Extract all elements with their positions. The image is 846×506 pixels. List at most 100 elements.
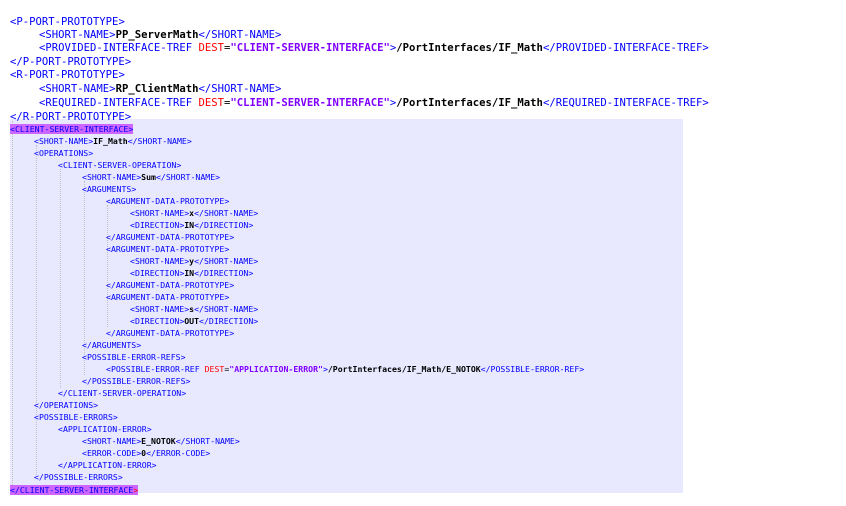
attribute-value: "CLIENT-SERVER-INTERFACE" bbox=[230, 42, 390, 54]
xml-open-tag: </R-PORT-PROTOTYPE> bbox=[10, 111, 131, 123]
end-tag-open-bracket: </ bbox=[194, 256, 204, 266]
tag-name: R-PORT-PROTOTYPE bbox=[16, 69, 119, 81]
code-line[interactable]: <ARGUMENTS> bbox=[82, 183, 136, 195]
code-line[interactable]: <SHORT-NAME>RP_ClientMath</SHORT-NAME> bbox=[39, 82, 281, 96]
code-line[interactable]: <P-PORT-PROTOTYPE> bbox=[10, 15, 125, 29]
code-line[interactable]: <SHORT-NAME>PP_ServerMath</SHORT-NAME> bbox=[39, 28, 281, 42]
code-line[interactable]: <CLIENT-SERVER-OPERATION> bbox=[58, 159, 181, 171]
code-line[interactable]: </P-PORT-PROTOTYPE> bbox=[10, 55, 131, 69]
xml-open-tag: <ARGUMENT-DATA-PROTOTYPE> bbox=[106, 292, 229, 302]
end-tag-name: POSSIBLE-ERROR-REF bbox=[490, 364, 580, 374]
end-tag-close-bracket: > bbox=[234, 436, 240, 446]
code-line[interactable]: <PROVIDED-INTERFACE-TREF DEST="CLIENT-SE… bbox=[39, 41, 709, 55]
xml-open-tag: <P-PORT-PROTOTYPE> bbox=[10, 16, 125, 28]
code-line[interactable]: <R-PORT-PROTOTYPE> bbox=[10, 68, 125, 82]
code-line[interactable]: </ARGUMENT-DATA-PROTOTYPE> bbox=[106, 279, 234, 291]
code-line[interactable]: <OPERATIONS> bbox=[34, 147, 93, 159]
tag-close-bracket: > bbox=[224, 196, 230, 206]
xml-open-tag: <ARGUMENTS> bbox=[82, 184, 136, 194]
tag-open-bracket: </ bbox=[34, 472, 44, 482]
code-line[interactable]: <REQUIRED-INTERFACE-TREF DEST="CLIENT-SE… bbox=[39, 96, 709, 110]
end-tag-open-bracket: </ bbox=[199, 316, 209, 326]
code-line[interactable]: <CLIENT-SERVER-INTERFACE> bbox=[10, 123, 134, 135]
xml-open-tag: <DIRECTION> bbox=[130, 268, 184, 278]
code-line[interactable]: </CLIENT-SERVER-INTERFACE> bbox=[10, 484, 139, 496]
end-tag-open-bracket: </ bbox=[542, 42, 556, 54]
tag-close-bracket: > bbox=[118, 16, 125, 28]
tag-name: ARGUMENT-DATA-PROTOTYPE bbox=[115, 232, 230, 242]
code-line[interactable]: <DIRECTION>IN</DIRECTION> bbox=[130, 219, 253, 231]
tag-name: POSSIBLE-ERRORS bbox=[38, 412, 113, 422]
xml-open-tag: </POSSIBLE-ERROR-REFS> bbox=[82, 376, 190, 386]
end-tag-name: SHORT-NAME bbox=[203, 208, 254, 218]
tag-close-bracket: > bbox=[176, 160, 182, 170]
end-tag-close-bracket: > bbox=[215, 172, 221, 182]
code-line[interactable]: </ARGUMENT-DATA-PROTOTYPE> bbox=[106, 327, 234, 339]
code-line[interactable]: </ARGUMENTS> bbox=[82, 339, 141, 351]
tag-name: ARGUMENT-DATA-PROTOTYPE bbox=[110, 244, 225, 254]
code-line[interactable]: <SHORT-NAME>x</SHORT-NAME> bbox=[130, 207, 258, 219]
end-tag-close-bracket: > bbox=[253, 316, 259, 326]
xml-open-tag: <ARGUMENT-DATA-PROTOTYPE> bbox=[106, 244, 229, 254]
tag-name: OPERATIONS bbox=[38, 148, 89, 158]
xml-open-tag: <SHORT-NAME> bbox=[130, 256, 189, 266]
indent-guide bbox=[36, 145, 37, 475]
tag-name: ARGUMENTS bbox=[91, 340, 137, 350]
indent-guide bbox=[12, 121, 13, 485]
end-tag-close-bracket: > bbox=[248, 220, 254, 230]
code-line[interactable]: </POSSIBLE-ERROR-REFS> bbox=[82, 375, 190, 387]
indent-guide bbox=[60, 169, 61, 388]
xml-open-tag: </CLIENT-SERVER-OPERATION> bbox=[58, 388, 186, 398]
tag-close-bracket: > bbox=[128, 124, 134, 134]
tag-name: DIRECTION bbox=[134, 220, 180, 230]
tag-close-bracket: > bbox=[112, 412, 118, 422]
tag-name: APPLICATION-ERROR bbox=[62, 424, 147, 434]
end-tag-name: DIRECTION bbox=[208, 316, 254, 326]
xml-open-tag: <SHORT-NAME> bbox=[82, 436, 141, 446]
code-line[interactable]: </R-PORT-PROTOTYPE> bbox=[10, 110, 131, 124]
xml-open-tag: <SHORT-NAME> bbox=[130, 208, 189, 218]
tag-open-bracket: </ bbox=[34, 400, 44, 410]
code-line[interactable]: </OPERATIONS> bbox=[34, 399, 98, 411]
end-tag-close-bracket: > bbox=[253, 256, 259, 266]
element-text: /PortInterfaces/IF_Math bbox=[396, 42, 543, 54]
code-line[interactable]: <ARGUMENT-DATA-PROTOTYPE> bbox=[106, 243, 229, 255]
end-tag-open-bracket: </ bbox=[146, 448, 156, 458]
xml-open-tag: <POSSIBLE-ERROR-REFS> bbox=[82, 352, 186, 362]
tag-name: POSSIBLE-ERROR-REFS bbox=[86, 352, 181, 362]
code-line[interactable]: <APPLICATION-ERROR> bbox=[58, 423, 152, 435]
end-tag-close-bracket: > bbox=[702, 42, 709, 54]
end-tag-open-bracket: </ bbox=[198, 29, 212, 41]
end-tag-close-bracket: > bbox=[275, 83, 282, 95]
code-line[interactable]: </POSSIBLE-ERRORS> bbox=[34, 471, 123, 483]
tag-name: ARGUMENT-DATA-PROTOTYPE bbox=[115, 280, 230, 290]
xml-open-tag: </ARGUMENTS> bbox=[82, 340, 141, 350]
code-line[interactable]: <SHORT-NAME>s</SHORT-NAME> bbox=[130, 303, 258, 315]
code-line[interactable]: <ARGUMENT-DATA-PROTOTYPE> bbox=[106, 291, 229, 303]
end-tag-open-bracket: </ bbox=[542, 97, 556, 109]
code-line[interactable]: <ARGUMENT-DATA-PROTOTYPE> bbox=[106, 195, 229, 207]
code-line[interactable]: <POSSIBLE-ERROR-REF DEST="APPLICATION-ER… bbox=[106, 363, 584, 375]
end-tag-close-bracket: > bbox=[275, 29, 282, 41]
tag-open-bracket: </ bbox=[10, 485, 20, 495]
end-tag-name: DIRECTION bbox=[203, 268, 249, 278]
tag-open-bracket: </ bbox=[106, 232, 116, 242]
end-tag-open-bracket: </ bbox=[198, 83, 212, 95]
code-line[interactable]: <DIRECTION>OUT</DIRECTION> bbox=[130, 315, 258, 327]
end-tag-close-bracket: > bbox=[248, 268, 254, 278]
code-line[interactable]: </APPLICATION-ERROR> bbox=[58, 459, 157, 471]
code-line[interactable]: <DIRECTION>IN</DIRECTION> bbox=[130, 267, 253, 279]
code-line[interactable]: <POSSIBLE-ERRORS> bbox=[34, 411, 118, 423]
code-line[interactable]: </ARGUMENT-DATA-PROTOTYPE> bbox=[106, 231, 234, 243]
tag-name: ARGUMENT-DATA-PROTOTYPE bbox=[110, 196, 225, 206]
xml-open-tag: </CLIENT-SERVER-INTERFACE> bbox=[10, 485, 139, 495]
code-line[interactable]: <POSSIBLE-ERROR-REFS> bbox=[82, 351, 186, 363]
code-line[interactable]: <ERROR-CODE>0</ERROR-CODE> bbox=[82, 447, 210, 459]
code-line[interactable]: <SHORT-NAME>E_NOTOK</SHORT-NAME> bbox=[82, 435, 240, 447]
code-line[interactable]: </CLIENT-SERVER-OPERATION> bbox=[58, 387, 186, 399]
code-line[interactable]: <SHORT-NAME>y</SHORT-NAME> bbox=[130, 255, 258, 267]
xml-editor[interactable]: <P-PORT-PROTOTYPE> <SHORT-NAME>PP_ServerM… bbox=[0, 0, 846, 506]
code-line[interactable]: <SHORT-NAME>IF_Math</SHORT-NAME> bbox=[34, 135, 192, 147]
code-line[interactable]: <SHORT-NAME>Sum</SHORT-NAME> bbox=[82, 171, 220, 183]
element-text: IN bbox=[184, 220, 195, 230]
